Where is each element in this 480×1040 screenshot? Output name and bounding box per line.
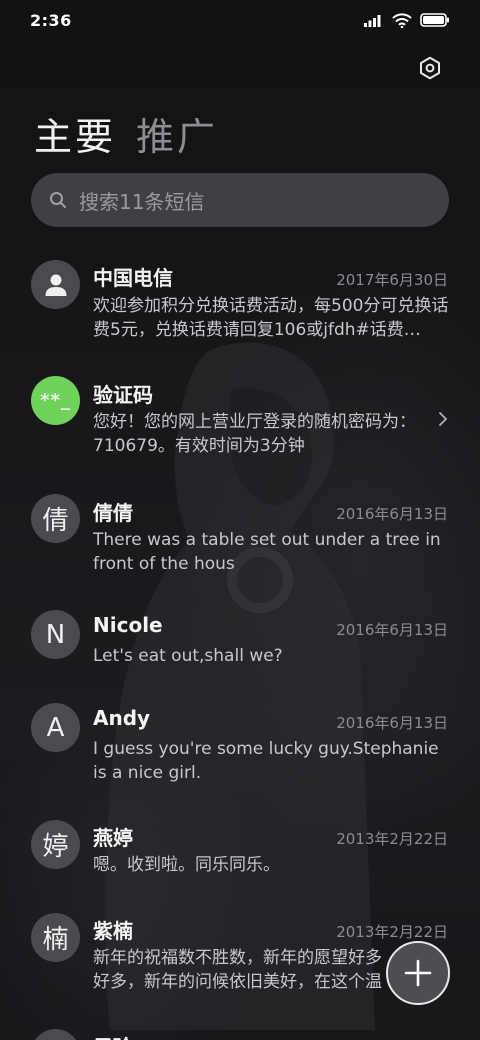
conversation-date: 2017年6月30日 xyxy=(336,271,448,289)
conversation-date: 2016年6月13日 xyxy=(336,505,448,523)
conversation-name: 中国电信 xyxy=(93,266,173,290)
conversation-date: 2016年6月13日 xyxy=(336,621,448,639)
status-bar: 2:36 xyxy=(0,0,480,40)
conversation-preview: 嗯。收到啦。同乐同乐。 xyxy=(93,855,280,875)
status-time: 2:36 xyxy=(30,10,72,30)
tab-promotions[interactable]: 推广 xyxy=(136,106,218,161)
contact-avatar: 倩 xyxy=(31,494,80,543)
conversation-name: Andy xyxy=(93,706,151,730)
search-placeholder: 搜索11条短信 xyxy=(79,189,205,214)
conversation-preview: I guess you're some lucky guy.Stephanie … xyxy=(93,739,439,783)
contact-avatar: N xyxy=(31,610,80,659)
new-message-button[interactable] xyxy=(386,941,450,1005)
conversation-date: 2013年2月22日 xyxy=(336,830,448,848)
conversation-preview: Let's eat out,shall we? xyxy=(93,646,283,666)
battery-icon xyxy=(420,13,449,27)
wifi-icon xyxy=(392,12,412,28)
contact-avatar: **_ xyxy=(31,376,80,425)
plus-icon xyxy=(404,959,432,987)
inbox-tabs: 主要 推广 xyxy=(34,106,218,161)
search-icon xyxy=(50,192,66,208)
status-icons xyxy=(364,12,450,28)
conversation-preview: 您好！您的网上营业厅登录的随机密码为：710679。有效时间为3分钟 xyxy=(93,412,416,456)
conversation-preview: There was a table set out under a tree i… xyxy=(93,530,441,574)
conversation-name: 验证码 xyxy=(93,383,153,407)
contact-avatar: A xyxy=(31,703,80,752)
person-icon xyxy=(45,274,66,296)
conversation-name: 紫楠 xyxy=(93,919,133,943)
settings-icon xyxy=(420,56,440,80)
signal-icon xyxy=(364,15,381,27)
conversation-name: 子玲 xyxy=(93,1031,133,1040)
conversation-preview: 新年的祝福数不胜数，新年的愿望好多好多，新年的问候依旧美好，在这个温馨的时刻 xyxy=(93,948,382,992)
contact-avatar xyxy=(31,260,80,309)
contact-avatar: 婷 xyxy=(31,820,80,869)
contact-avatar: 楠 xyxy=(31,913,80,962)
conversation-date: 2016年6月13日 xyxy=(336,714,448,732)
tab-primary[interactable]: 主要 xyxy=(34,106,116,161)
conversation-name: 倩倩 xyxy=(93,501,133,525)
conversation-preview: 欢迎参加积分兑换话费活动，每500分可兑换话费5元，兑换话费请回复106或jfd… xyxy=(93,296,449,340)
conversation-name: 燕婷 xyxy=(93,826,133,850)
settings-button[interactable] xyxy=(416,54,444,82)
search-bar[interactable]: 搜索11条短信 xyxy=(31,173,449,227)
conversation-name: Nicole xyxy=(93,613,163,637)
conversation-date: 2013年2月22日 xyxy=(336,923,448,941)
chevron-right-icon[interactable] xyxy=(438,411,448,427)
